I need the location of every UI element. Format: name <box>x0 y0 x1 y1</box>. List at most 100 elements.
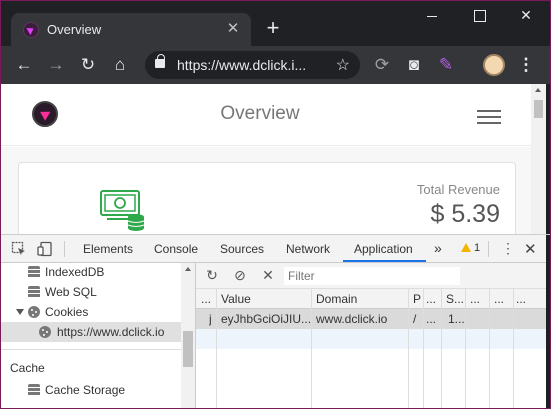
column-header[interactable]: ... <box>494 292 510 306</box>
bookmark-star-icon[interactable]: ☆ <box>336 55 350 75</box>
column-header-size[interactable]: S... <box>446 292 464 306</box>
section-divider <box>0 349 181 350</box>
sidebar-item-label: IndexedDB <box>45 265 105 279</box>
tab-application[interactable]: Application <box>354 242 413 256</box>
lock-icon <box>155 54 165 68</box>
sidebar-item-cookie-origin[interactable]: https://www.dclick.io <box>0 322 181 342</box>
address-bar[interactable]: https://www.dclick.i... ☆ <box>145 51 360 79</box>
tab-sources[interactable]: Sources <box>220 242 264 256</box>
browser-tab[interactable]: Overview ✕ <box>11 13 251 46</box>
extension-sync-icon[interactable]: ⟳ <box>370 53 394 77</box>
table-header: ... Value Domain P ... S... ... ... ... <box>196 289 546 309</box>
active-tab-indicator <box>343 260 426 262</box>
table-cell-size: 1... <box>448 312 464 326</box>
menu-kebab-icon[interactable]: ⋮ <box>514 53 538 77</box>
devtools-close-icon[interactable]: ✕ <box>524 240 537 258</box>
revenue-value: $ 5.39 <box>430 200 500 228</box>
money-stack-icon <box>100 190 145 231</box>
close-window-button[interactable]: ✕ <box>503 0 549 32</box>
expand-triangle-icon[interactable] <box>16 309 24 315</box>
hamburger-menu-icon[interactable] <box>477 110 501 124</box>
revenue-label: Total Revenue <box>416 182 500 197</box>
devtools-panel: Elements Console Sources Network Applica… <box>0 234 551 409</box>
clear-all-icon[interactable]: ⊘ <box>232 267 248 283</box>
column-header[interactable]: ... <box>426 292 440 306</box>
tab-network[interactable]: Network <box>286 242 330 256</box>
sidebar-item-label: Cache Storage <box>45 383 126 397</box>
sidebar-item-cookies[interactable]: Cookies <box>0 302 181 322</box>
feather-extension-icon[interactable]: ✎ <box>434 53 458 77</box>
column-divider[interactable] <box>311 289 312 409</box>
table-cell-domain: www.dclick.io <box>316 312 388 326</box>
page-scrollbar[interactable] <box>531 84 546 234</box>
database-icon <box>28 384 40 396</box>
new-tab-button[interactable]: + <box>261 17 285 41</box>
table-cell-path: / <box>413 312 417 326</box>
device-toolbar-icon[interactable] <box>37 241 53 257</box>
filter-input[interactable] <box>284 267 460 285</box>
maximize-button[interactable] <box>456 0 502 32</box>
sidebar-item-indexeddb[interactable]: IndexedDB <box>0 263 181 282</box>
scrollbar-thumb[interactable] <box>534 100 543 118</box>
column-divider[interactable] <box>423 289 424 409</box>
column-divider[interactable] <box>465 289 466 409</box>
cookie-icon <box>28 306 40 318</box>
sidebar-item-websql[interactable]: Web SQL <box>0 282 181 302</box>
column-header[interactable]: ... <box>470 292 486 306</box>
column-header[interactable]: ... <box>201 292 215 306</box>
revenue-card: Total Revenue $ 5.39 <box>18 162 516 234</box>
column-divider[interactable] <box>408 289 409 409</box>
back-arrow-icon[interactable]: ← <box>12 53 36 77</box>
page-title: Overview <box>220 103 300 124</box>
devtools-menu-icon[interactable]: ⋮ <box>501 241 515 255</box>
scrollbar-thumb[interactable] <box>183 331 193 367</box>
cookies-toolbar: ↻ ⊘ ✕ <box>196 263 546 289</box>
tab-separator <box>64 241 65 257</box>
scroll-up-arrow-icon[interactable] <box>535 88 541 92</box>
database-icon <box>28 286 40 298</box>
warning-counter[interactable]: 1 <box>461 242 480 254</box>
more-tabs-button[interactable]: » <box>434 240 442 256</box>
reload-icon[interactable]: ↻ <box>76 53 100 77</box>
inspect-element-icon[interactable] <box>11 241 27 257</box>
column-header[interactable]: ... <box>516 292 532 306</box>
favicon-icon <box>23 22 39 38</box>
database-icon <box>28 266 40 278</box>
tab-console[interactable]: Console <box>154 242 198 256</box>
window-edge <box>546 84 551 234</box>
app-header: Overview <box>0 84 531 146</box>
table-cell: j <box>209 312 212 326</box>
column-divider[interactable] <box>489 289 490 409</box>
column-divider[interactable] <box>216 289 217 409</box>
column-divider[interactable] <box>513 289 514 409</box>
cookie-icon <box>39 326 51 338</box>
cookies-pane: ↻ ⊘ ✕ ... Value Domain P ... S... ... ..… <box>196 263 546 409</box>
tab-close-icon[interactable]: ✕ <box>225 20 241 38</box>
table-cell: ... <box>426 312 437 326</box>
sidebar-item-cache-storage[interactable]: Cache Storage <box>0 380 181 400</box>
warning-count: 1 <box>474 242 481 254</box>
tab-separator <box>488 241 489 257</box>
devtools-tabbar: Elements Console Sources Network Applica… <box>0 235 546 263</box>
column-header-value[interactable]: Value <box>221 292 309 306</box>
minimize-button[interactable] <box>409 0 455 32</box>
cookies-table: ... Value Domain P ... S... ... ... ... … <box>196 289 546 409</box>
table-row[interactable]: j eyJhbGciOiJIU... www.dclick.io / ... 1… <box>196 309 546 329</box>
sidebar-item-label: https://www.dclick.io <box>57 325 165 339</box>
column-header-path[interactable]: P <box>413 292 423 306</box>
home-icon[interactable]: ⌂ <box>108 53 132 77</box>
tab-elements[interactable]: Elements <box>83 242 133 256</box>
tab-title: Overview <box>47 22 102 37</box>
sidebar-scrollbar[interactable] <box>181 263 195 409</box>
column-divider[interactable] <box>441 289 442 409</box>
camera-icon[interactable]: ◙ <box>402 53 426 77</box>
refresh-icon[interactable]: ↻ <box>204 267 220 283</box>
page-viewport: Overview Total Revenue $ 5.39 <box>0 84 551 234</box>
column-header-domain[interactable]: Domain <box>316 292 406 306</box>
browser-toolbar: ← → ↻ ⌂ https://www.dclick.i... ☆ ⟳ ◙ ✎ … <box>0 46 551 84</box>
table-row-empty <box>196 329 546 349</box>
delete-selected-icon[interactable]: ✕ <box>260 267 276 283</box>
scroll-up-arrow-icon[interactable] <box>185 267 191 271</box>
profile-avatar[interactable] <box>483 54 505 76</box>
forward-arrow-icon[interactable]: → <box>44 53 68 77</box>
